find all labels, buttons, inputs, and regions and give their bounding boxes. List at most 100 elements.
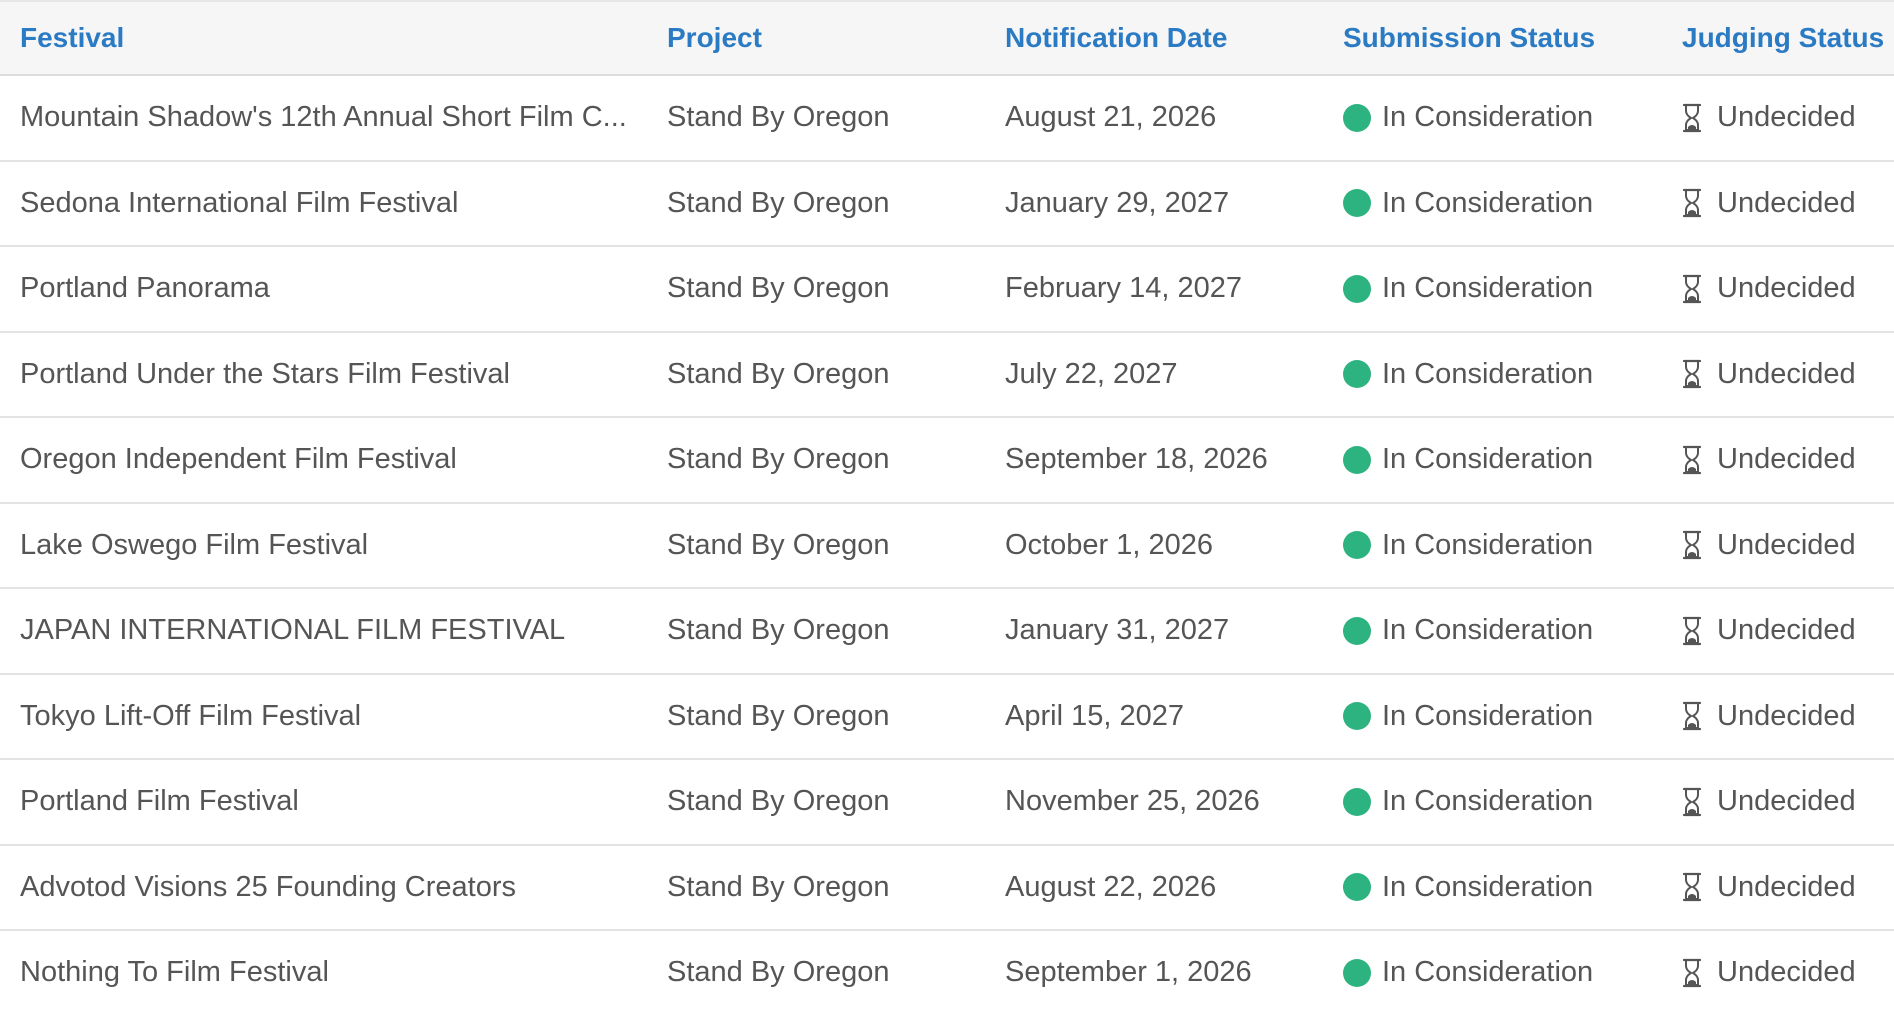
project-name: Stand By Oregon (667, 443, 890, 476)
status-dot-icon (1343, 531, 1371, 560)
status-dot-icon (1343, 189, 1371, 218)
submission-status-cell: In Consideration (1343, 418, 1673, 502)
column-header-festival[interactable]: Festival (20, 2, 632, 74)
festival-cell[interactable]: Sedona International Film Festival (20, 162, 632, 246)
festival-name[interactable]: Portland Panorama (20, 272, 270, 305)
submission-status-cell: In Consideration (1343, 76, 1673, 160)
project-name: Stand By Oregon (667, 186, 890, 219)
column-header-judging-status[interactable]: Judging Status (1682, 2, 1894, 74)
submission-status-text: In Consideration (1382, 614, 1594, 647)
festival-cell[interactable]: Nothing To Film Festival (20, 931, 632, 1012)
submission-status-text: In Consideration (1382, 101, 1594, 134)
hourglass-icon (1682, 787, 1702, 817)
table-body: Mountain Shadow's 12th Annual Short Film… (0, 76, 1894, 1012)
column-header-project[interactable]: Project (667, 2, 987, 74)
notification-date: April 15, 2027 (1005, 699, 1184, 732)
festival-cell[interactable]: Tokyo Lift-Off Film Festival (20, 675, 632, 759)
judging-status-text: Undecided (1717, 785, 1856, 818)
festival-name[interactable]: Advotod Visions 25 Founding Creators (20, 871, 516, 904)
table-row[interactable]: Advotod Visions 25 Founding Creators Stan… (0, 845, 1894, 931)
festival-cell[interactable]: JAPAN INTERNATIONAL FILM FESTIVAL (20, 589, 632, 673)
table-row[interactable]: Portland Under the Stars Film Festival St… (0, 332, 1894, 418)
submission-status-cell: In Consideration (1343, 504, 1673, 588)
festival-name[interactable]: JAPAN INTERNATIONAL FILM FESTIVAL (20, 614, 565, 647)
notification-date-cell: July 22, 2027 (1005, 333, 1325, 417)
judging-status-text: Undecided (1717, 272, 1856, 305)
judging-status-cell: Undecided (1682, 846, 1894, 930)
submission-status-text: In Consideration (1382, 528, 1594, 561)
table-row[interactable]: JAPAN INTERNATIONAL FILM FESTIVAL Stand B… (0, 589, 1894, 675)
festival-name[interactable]: Portland Under the Stars Film Festival (20, 358, 510, 391)
project-cell: Stand By Oregon (667, 846, 987, 930)
notification-date-cell: September 18, 2026 (1005, 418, 1325, 502)
judging-status-text: Undecided (1717, 528, 1856, 561)
festival-cell[interactable]: Portland Under the Stars Film Festival (20, 333, 632, 417)
project-name: Stand By Oregon (667, 870, 890, 903)
table-row[interactable]: Sedona International Film Festival Stand … (0, 161, 1894, 247)
status-dot-icon (1343, 616, 1371, 645)
judging-status-cell: Undecided (1682, 247, 1894, 331)
project-cell: Stand By Oregon (667, 76, 987, 160)
table-row[interactable]: Oregon Independent Film Festival Stand By… (0, 418, 1894, 504)
table-row[interactable]: Nothing To Film Festival Stand By Oregon S… (0, 931, 1894, 1012)
festival-name[interactable]: Nothing To Film Festival (20, 956, 329, 989)
notification-date-cell: November 25, 2026 (1005, 760, 1325, 844)
festival-name[interactable]: Oregon Independent Film Festival (20, 443, 457, 476)
hourglass-icon (1682, 616, 1702, 646)
table-row[interactable]: Lake Oswego Film Festival Stand By Oregon… (0, 503, 1894, 589)
table-row[interactable]: Tokyo Lift-Off Film Festival Stand By Ore… (0, 674, 1894, 760)
submission-status-text: In Consideration (1382, 870, 1594, 903)
notification-date: September 1, 2026 (1005, 956, 1252, 989)
submission-status-cell: In Consideration (1343, 589, 1673, 673)
project-cell: Stand By Oregon (667, 760, 987, 844)
column-header-notification-date[interactable]: Notification Date (1005, 2, 1325, 74)
project-cell: Stand By Oregon (667, 675, 987, 759)
table-header: Festival Project Notification Date Submi… (0, 0, 1894, 76)
notification-date: August 21, 2026 (1005, 101, 1217, 134)
festival-name[interactable]: Portland Film Festival (20, 785, 299, 818)
status-dot-icon (1343, 103, 1371, 132)
column-header-submission-status[interactable]: Submission Status (1343, 2, 1673, 74)
project-name: Stand By Oregon (667, 614, 890, 647)
festival-name[interactable]: Lake Oswego Film Festival (20, 529, 368, 562)
festival-cell[interactable]: Mountain Shadow's 12th Annual Short Film… (20, 76, 632, 160)
notification-date-cell: September 1, 2026 (1005, 931, 1325, 1012)
notification-date: July 22, 2027 (1005, 357, 1178, 390)
festival-name[interactable]: Mountain Shadow's 12th Annual Short Film… (20, 101, 627, 134)
project-name: Stand By Oregon (667, 528, 890, 561)
table-row[interactable]: Portland Film Festival Stand By Oregon Nov… (0, 760, 1894, 846)
judging-status-cell: Undecided (1682, 760, 1894, 844)
festival-cell[interactable]: Advotod Visions 25 Founding Creators (20, 846, 632, 930)
festival-cell[interactable]: Portland Film Festival (20, 760, 632, 844)
hourglass-icon (1682, 274, 1702, 304)
judging-status-cell: Undecided (1682, 675, 1894, 759)
judging-status-text: Undecided (1717, 699, 1856, 732)
project-name: Stand By Oregon (667, 956, 890, 989)
notification-date-cell: January 31, 2027 (1005, 589, 1325, 673)
status-dot-icon (1343, 787, 1371, 816)
judging-status-text: Undecided (1717, 101, 1856, 134)
judging-status-cell: Undecided (1682, 333, 1894, 417)
judging-status-cell: Undecided (1682, 589, 1894, 673)
table-row[interactable]: Portland Panorama Stand By Oregon February… (0, 247, 1894, 333)
judging-status-cell: Undecided (1682, 162, 1894, 246)
notification-date-cell: January 29, 2027 (1005, 162, 1325, 246)
project-cell: Stand By Oregon (667, 418, 987, 502)
submissions-table: Festival Project Notification Date Submi… (0, 0, 1894, 1012)
submission-status-cell: In Consideration (1343, 675, 1673, 759)
hourglass-icon (1682, 701, 1702, 731)
festival-name[interactable]: Sedona International Film Festival (20, 187, 458, 220)
table-row[interactable]: Mountain Shadow's 12th Annual Short Film… (0, 76, 1894, 162)
notification-date: January 29, 2027 (1005, 186, 1230, 219)
judging-status-text: Undecided (1717, 956, 1856, 989)
submission-status-cell: In Consideration (1343, 162, 1673, 246)
project-name: Stand By Oregon (667, 101, 890, 134)
festival-cell[interactable]: Portland Panorama (20, 247, 632, 331)
festival-name[interactable]: Tokyo Lift-Off Film Festival (20, 700, 361, 733)
festival-cell[interactable]: Oregon Independent Film Festival (20, 418, 632, 502)
submission-status-cell: In Consideration (1343, 846, 1673, 930)
festival-cell[interactable]: Lake Oswego Film Festival (20, 504, 632, 588)
judging-status-text: Undecided (1717, 186, 1856, 219)
submission-status-text: In Consideration (1382, 186, 1594, 219)
submission-status-text: In Consideration (1382, 699, 1594, 732)
